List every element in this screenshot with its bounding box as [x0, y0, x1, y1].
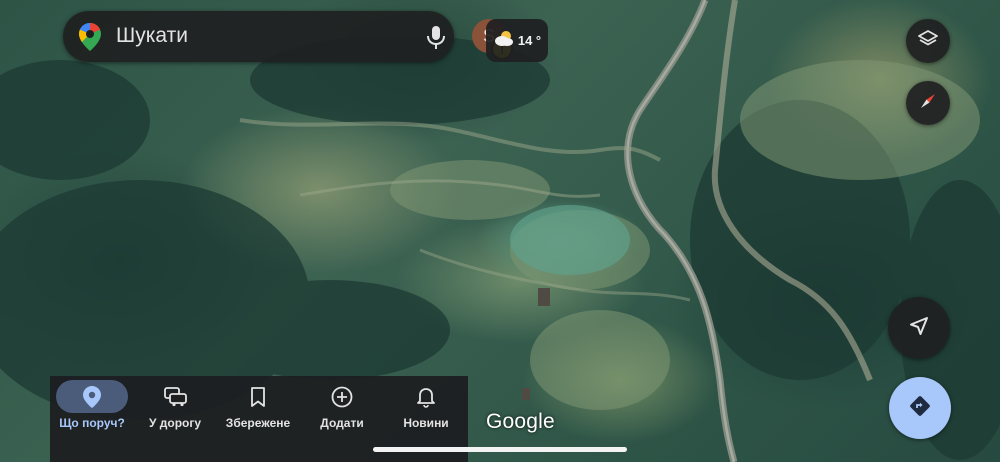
- weather-temperature: 14 °: [517, 33, 542, 48]
- tab-updates[interactable]: Новини: [384, 376, 468, 446]
- tab-saved[interactable]: Збережене: [216, 376, 300, 446]
- compass-icon: [917, 90, 939, 117]
- bookmark-icon: [222, 380, 294, 413]
- navigation-arrow-icon: [907, 314, 931, 343]
- layers-icon: [917, 28, 939, 55]
- tab-explore[interactable]: Що поруч?: [50, 376, 134, 446]
- home-indicator[interactable]: [373, 447, 627, 452]
- layers-button[interactable]: [906, 19, 950, 63]
- add-circle-icon: [306, 380, 378, 413]
- partly-cloudy-icon: [493, 29, 515, 52]
- google-attribution: Google: [486, 410, 555, 433]
- tab-updates-label: Новини: [403, 416, 449, 430]
- location-pin-icon: [56, 380, 128, 413]
- my-location-button[interactable]: [888, 297, 950, 359]
- tab-contribute[interactable]: Додати: [300, 376, 384, 446]
- weather-chip[interactable]: 14 °: [486, 19, 548, 62]
- tab-go[interactable]: У дорогу: [133, 376, 217, 446]
- compass-button[interactable]: [906, 81, 950, 125]
- search-input[interactable]: Шукати: [116, 24, 188, 48]
- microphone-icon[interactable]: [421, 22, 451, 52]
- bell-icon: [390, 380, 462, 413]
- car-icon: [139, 380, 211, 413]
- directions-button[interactable]: [889, 377, 951, 439]
- search-bar[interactable]: Шукати S !: [63, 11, 513, 62]
- directions-icon: [907, 393, 933, 424]
- google-maps-pin-icon: [79, 23, 101, 51]
